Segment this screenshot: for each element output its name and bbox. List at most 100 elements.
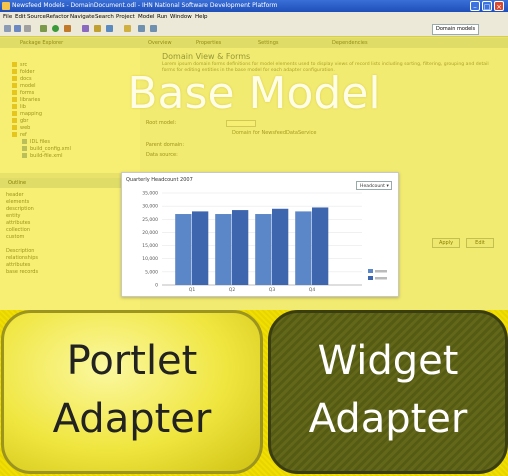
folder-icon <box>12 132 17 137</box>
menu-source[interactable]: Source <box>27 12 46 22</box>
run-icon[interactable] <box>52 25 59 32</box>
outline-row[interactable]: description <box>6 206 34 213</box>
x-tick-label: Q4 <box>309 287 316 293</box>
menu-search[interactable]: Search <box>95 12 114 22</box>
y-tick-label: 0 <box>155 283 158 289</box>
tab-overview[interactable]: Overview <box>148 38 172 48</box>
y-tick-label: 5,000 <box>145 269 158 275</box>
y-tick-label: 25,000 <box>142 217 158 223</box>
outline-view: Outline header elements description enti… <box>0 178 140 310</box>
outline-row[interactable]: header <box>6 192 24 199</box>
minimize-button[interactable]: – <box>470 1 480 11</box>
editor-title: Domain View & Forms <box>162 52 251 61</box>
file-icon <box>22 139 27 144</box>
menu-refactor[interactable]: Refactor <box>46 12 69 22</box>
widget-label-line2: Adapter <box>308 396 468 442</box>
tab-dependencies[interactable]: Dependencies <box>332 38 368 48</box>
debug-icon[interactable] <box>40 25 47 32</box>
y-tick-label: 35,000 <box>142 191 158 197</box>
new-class-icon[interactable] <box>82 25 89 32</box>
tree-item[interactable]: gbr <box>12 118 28 125</box>
tree-item[interactable]: ref <box>12 132 27 139</box>
bar-q2-s2 <box>232 210 249 285</box>
slide-background: Newsfeed Models - DomainDocument.odl - I… <box>0 0 508 476</box>
y-tick-label: 30,000 <box>142 204 158 210</box>
pencil-icon[interactable] <box>124 25 131 32</box>
portlet-adapter-box: Portlet Adapter <box>1 310 263 474</box>
maximize-button[interactable]: □ <box>482 1 492 11</box>
tab-settings[interactable]: Settings <box>258 38 279 48</box>
apply-button[interactable]: Apply <box>432 238 460 248</box>
outline-row[interactable]: relationships <box>6 255 38 262</box>
portlet-label-line2: Adapter <box>52 396 212 442</box>
bar-q4-s1 <box>295 211 312 285</box>
outline-row[interactable]: Description <box>6 248 34 255</box>
menu-project[interactable]: Project <box>116 12 135 22</box>
bar-q2-s1 <box>215 214 232 285</box>
y-tick-label: 20,000 <box>142 230 158 236</box>
root-model-field[interactable] <box>226 120 256 127</box>
menu-help[interactable]: Help <box>195 12 208 22</box>
legend-swatch <box>368 276 373 280</box>
menu-file[interactable]: File <box>3 12 12 22</box>
legend-swatch <box>368 269 373 273</box>
folder-icon <box>12 62 17 67</box>
edit-button[interactable]: Edit <box>466 238 494 248</box>
outline-row[interactable]: custom <box>6 234 24 241</box>
widget-label-line1: Widget <box>317 338 459 384</box>
x-tick-label: Q3 <box>269 287 276 293</box>
file-icon <box>22 146 27 151</box>
outline-header: Outline <box>0 178 140 188</box>
field-label: Data source: <box>146 152 178 158</box>
forward-arrow-icon[interactable] <box>150 25 157 32</box>
bar-q1-s1 <box>175 214 192 285</box>
outline-row[interactable]: attributes <box>6 262 30 269</box>
open-type-icon[interactable] <box>94 25 101 32</box>
bar-q3-s2 <box>272 208 289 285</box>
tree-item[interactable]: IDL files <box>22 139 50 146</box>
parent-domain-value: Domain for NewsfeedDataService <box>232 130 317 136</box>
folder-icon <box>12 125 17 130</box>
menu-navigate[interactable]: Navigate <box>70 12 95 22</box>
menu-run[interactable]: Run <box>157 12 168 22</box>
tree-item[interactable]: build_config.xml <box>22 146 71 153</box>
outline-row[interactable]: entity <box>6 213 21 220</box>
print-icon[interactable] <box>24 25 31 32</box>
window-titlebar: Newsfeed Models - DomainDocument.odl - I… <box>0 0 508 12</box>
view-tabs: Package Explorer Overview Properties Set… <box>0 38 508 48</box>
bar-chart: 35,000 30,000 25,000 20,000 15,000 10,000 5,00… <box>142 191 387 293</box>
close-button[interactable]: × <box>494 1 504 11</box>
menu-model[interactable]: Model <box>138 12 155 22</box>
back-arrow-icon[interactable] <box>138 25 145 32</box>
bar-q3-s1 <box>255 214 272 285</box>
y-tick-label: 10,000 <box>142 256 158 262</box>
save-icon[interactable] <box>14 25 21 32</box>
app-icon <box>2 2 10 10</box>
x-tick-label: Q1 <box>189 287 196 293</box>
tree-item[interactable]: build-file.xml <box>22 153 63 160</box>
menu-edit[interactable]: Edit <box>15 12 26 22</box>
bar-q4-s2 <box>312 207 329 285</box>
file-icon <box>22 153 27 158</box>
tab-package-explorer[interactable]: Package Explorer <box>20 38 63 48</box>
perspective-switcher[interactable]: Domain models <box>432 24 480 35</box>
external-tools-icon[interactable] <box>64 25 71 32</box>
x-tick-label: Q2 <box>229 287 236 293</box>
outline-row[interactable]: elements <box>6 199 29 206</box>
new-icon[interactable] <box>4 25 11 32</box>
portlet-label-line1: Portlet <box>66 338 198 384</box>
search-icon[interactable] <box>106 25 113 32</box>
menu-window[interactable]: Window <box>170 12 192 22</box>
tab-properties[interactable]: Properties <box>196 38 221 48</box>
tree-item[interactable]: web <box>12 125 30 132</box>
legend-label-placeholder <box>375 270 387 273</box>
outline-row[interactable]: attributes <box>6 220 30 227</box>
outline-row[interactable]: collection <box>6 227 30 234</box>
legend-label-placeholder <box>375 277 387 280</box>
bar-q1-s2 <box>192 211 209 285</box>
y-tick-label: 15,000 <box>142 243 158 249</box>
outline-row[interactable]: base records <box>6 269 38 276</box>
field-label: Root model: <box>146 120 177 126</box>
menu-bar: File Edit Source Refactor Navigate Searc… <box>0 12 508 22</box>
field-label: Parent domain: <box>146 142 185 148</box>
